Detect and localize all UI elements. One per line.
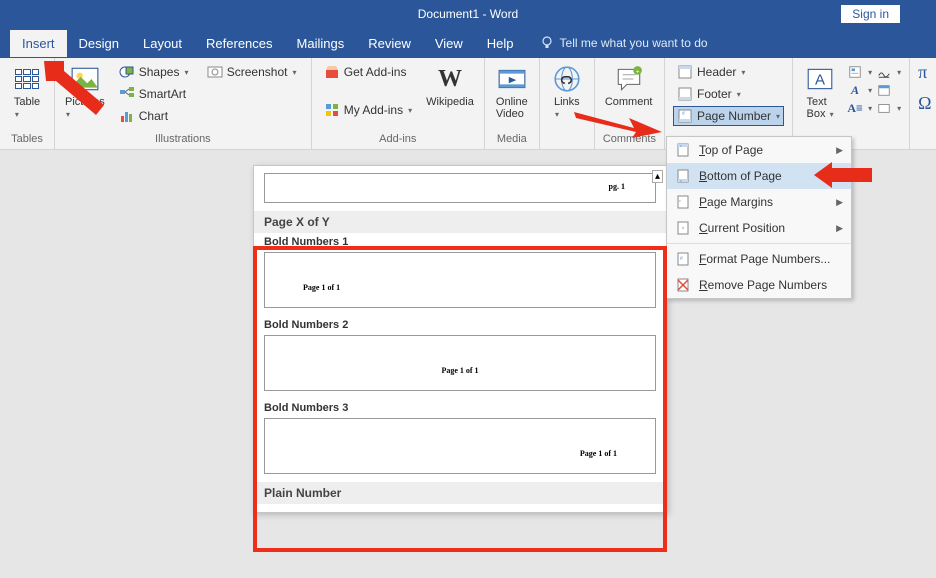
menu-page-margins[interactable]: # Page Margins ▶: [667, 189, 851, 215]
screenshot-button[interactable]: Screenshot▾: [203, 62, 303, 82]
footer-button[interactable]: Footer▾: [673, 84, 784, 104]
group-title-illustrations: Illustrations: [63, 131, 303, 147]
format-page-numbers-icon: #: [675, 251, 691, 267]
lightbulb-icon: [540, 36, 554, 50]
shapes-button[interactable]: Shapes▾: [115, 62, 195, 82]
group-symbols: π Ω: [910, 58, 935, 149]
svg-text:A: A: [815, 71, 825, 88]
smartart-icon: [119, 86, 135, 102]
comment-icon: +: [614, 64, 644, 94]
quick-parts-icon[interactable]: [847, 64, 863, 80]
menu-top-of-page[interactable]: # Top of Page ▶: [667, 137, 851, 163]
ribbon-tab-strip: Insert Design Layout References Mailings…: [0, 28, 936, 58]
tab-review[interactable]: Review: [356, 30, 423, 57]
svg-text:+: +: [635, 69, 639, 76]
smartart-button[interactable]: SmartArt: [115, 84, 195, 104]
gallery-preview-bold3[interactable]: Page 1 of 1: [264, 418, 656, 474]
tab-insert[interactable]: Insert: [10, 30, 67, 57]
gallery-scroll[interactable]: ▴: [652, 170, 663, 183]
online-video-button[interactable]: OnlineVideo: [493, 62, 531, 122]
signature-line-icon[interactable]: [876, 64, 892, 80]
gallery-label-bold1: Bold Numbers 1: [254, 233, 666, 251]
date-time-icon[interactable]: [876, 82, 892, 98]
tab-view[interactable]: View: [423, 30, 475, 57]
gallery-label-bold3: Bold Numbers 3: [254, 399, 666, 417]
header-button[interactable]: Header▾: [673, 62, 784, 82]
my-addins-button[interactable]: My Add-ins▾: [320, 100, 416, 120]
link-icon: [552, 64, 582, 94]
sign-in-button[interactable]: Sign in: [841, 5, 900, 23]
equation-button[interactable]: π: [918, 62, 931, 83]
tab-mailings[interactable]: Mailings: [285, 30, 357, 57]
svg-text:#: #: [682, 111, 685, 117]
tab-references[interactable]: References: [194, 30, 284, 57]
group-title-tables: Tables: [8, 131, 46, 147]
gallery-preview-top[interactable]: pg. 1: [264, 173, 656, 203]
group-links: Links▾: [540, 58, 595, 149]
gallery-group-plain: Plain Number: [254, 482, 666, 504]
table-icon: [12, 64, 42, 94]
menu-format-page-numbers[interactable]: # Format Page Numbers...: [667, 246, 851, 272]
group-media: OnlineVideo Media: [485, 58, 540, 149]
page-margins-icon: #: [675, 194, 691, 210]
page-number-icon: #: [677, 108, 693, 124]
page-number-button[interactable]: # Page Number▾: [673, 106, 784, 126]
header-icon: [677, 64, 693, 80]
group-illustrations: Pictures▾ Shapes▾ SmartArt Chart: [55, 58, 312, 149]
menu-current-position[interactable]: # Current Position ▶: [667, 215, 851, 241]
page-number-menu: # Top of Page ▶ # Bottom of Page ▶ # Pag…: [666, 136, 852, 299]
gallery-group-page-x-of-y: Page X of Y: [254, 211, 666, 233]
bottom-page-icon: #: [675, 168, 691, 184]
chart-button[interactable]: Chart: [115, 106, 195, 126]
footer-icon: [677, 86, 693, 102]
symbol-button[interactable]: Ω: [918, 93, 931, 114]
wikipedia-icon: W: [435, 64, 465, 94]
get-addins-button[interactable]: Get Add-ins: [320, 62, 416, 82]
video-icon: [497, 64, 527, 94]
page-number-gallery: pg. 1 ▴ Page X of Y Bold Numbers 1 Page …: [253, 165, 667, 513]
gallery-label-bold2: Bold Numbers 2: [254, 316, 666, 334]
tab-design[interactable]: Design: [67, 30, 131, 57]
wordart-icon[interactable]: A: [847, 82, 863, 98]
group-addins: Get Add-ins My Add-ins▾ W Wikipedia Add-…: [312, 58, 485, 149]
group-title-links: [548, 131, 586, 147]
title-bar: Document1 - Word Sign in: [0, 0, 936, 28]
drop-cap-icon[interactable]: A≡: [847, 100, 863, 116]
wikipedia-button[interactable]: W Wikipedia: [424, 62, 476, 110]
chart-icon: [119, 108, 135, 124]
shapes-icon: [119, 64, 135, 80]
gallery-preview-bold2[interactable]: Page 1 of 1: [264, 335, 656, 391]
table-button[interactable]: Table▾: [8, 62, 46, 122]
tab-help[interactable]: Help: [475, 30, 526, 57]
links-button[interactable]: Links▾: [548, 62, 586, 122]
object-icon[interactable]: [876, 100, 892, 116]
group-title-comments: Comments: [603, 131, 656, 147]
group-tables: Table▾ Tables: [0, 58, 55, 149]
addins-icon: [324, 102, 340, 118]
text-box-button[interactable]: A TextBox ▾: [801, 62, 839, 122]
current-position-icon: #: [675, 220, 691, 236]
comment-button[interactable]: + Comment: [603, 62, 655, 110]
group-title-media: Media: [493, 131, 531, 147]
group-title-addins: Add-ins: [320, 131, 476, 147]
document-title: Document1 - Word: [418, 7, 518, 21]
gallery-preview-bold1[interactable]: Page 1 of 1: [264, 252, 656, 308]
remove-page-numbers-icon: [675, 277, 691, 293]
pictures-icon: [70, 64, 100, 94]
tab-layout[interactable]: Layout: [131, 30, 194, 57]
text-box-icon: A: [805, 64, 835, 94]
svg-text:#: #: [680, 256, 683, 262]
tell-me-search[interactable]: Tell me what you want to do: [526, 36, 708, 50]
tell-me-placeholder: Tell me what you want to do: [560, 36, 708, 50]
top-page-icon: #: [675, 142, 691, 158]
group-comments: + Comment Comments: [595, 58, 665, 149]
menu-bottom-of-page[interactable]: # Bottom of Page ▶: [667, 163, 851, 189]
menu-remove-page-numbers[interactable]: Remove Page Numbers: [667, 272, 851, 298]
pictures-button[interactable]: Pictures▾: [63, 62, 107, 122]
store-icon: [324, 64, 340, 80]
screenshot-icon: [207, 64, 223, 80]
